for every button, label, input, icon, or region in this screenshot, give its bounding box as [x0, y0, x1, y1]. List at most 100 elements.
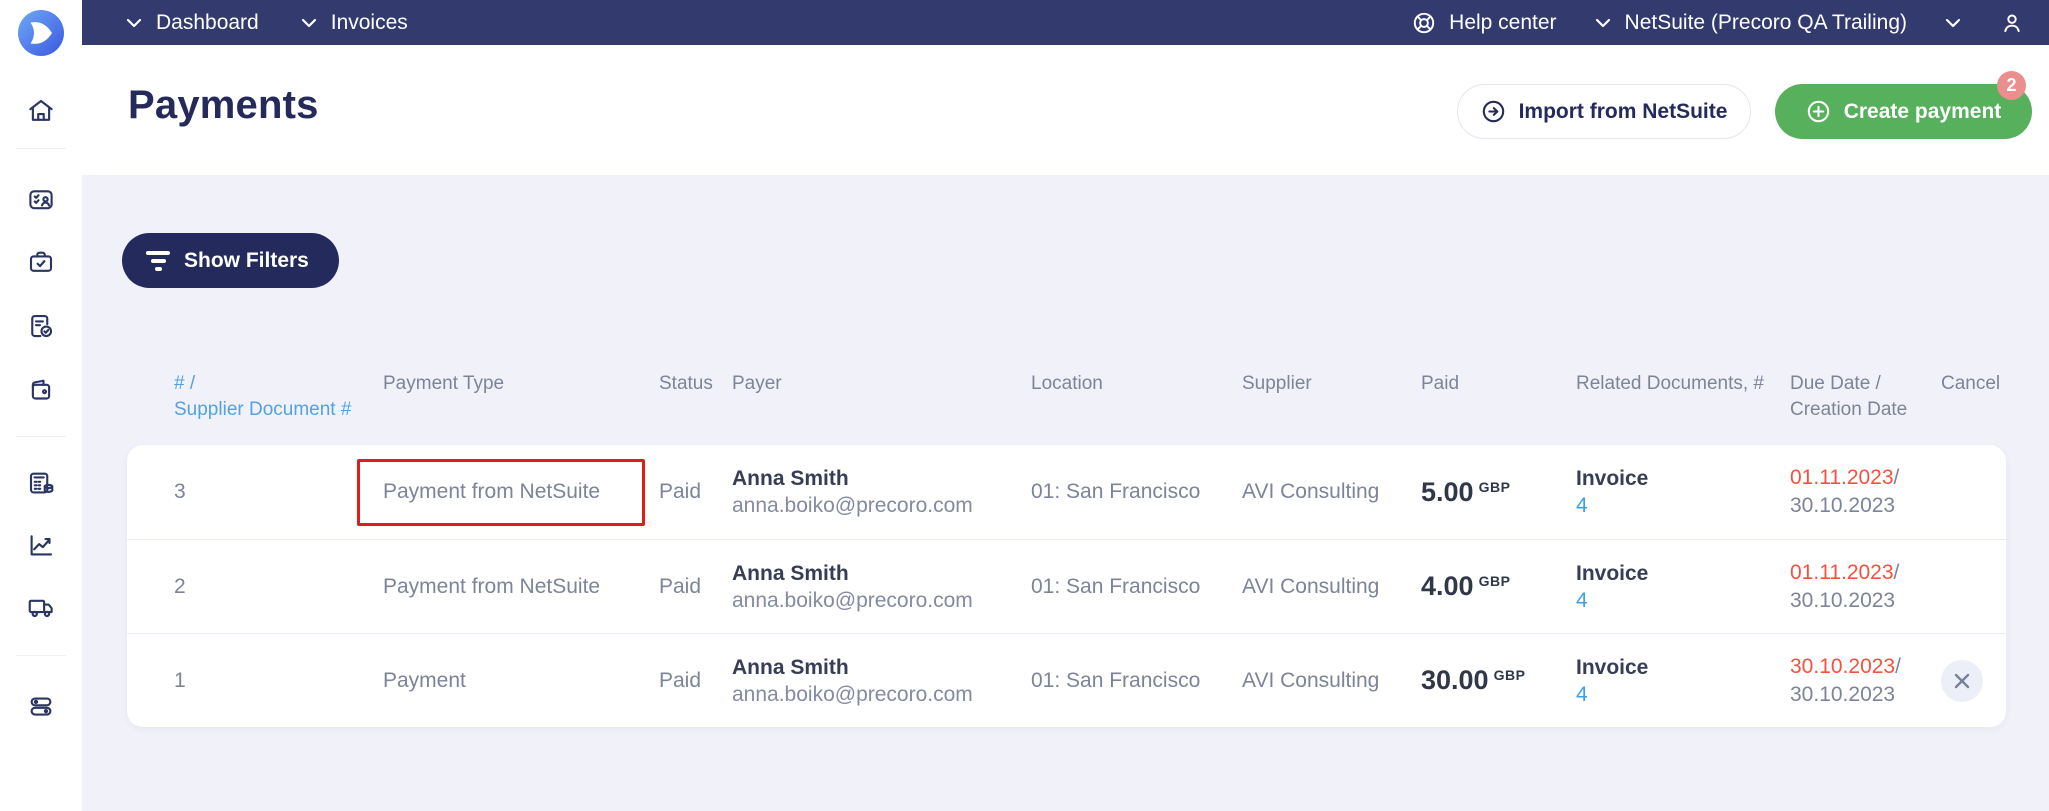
user-icon[interactable]	[1999, 10, 2025, 36]
sidebar-item-approvals[interactable]	[17, 176, 65, 224]
show-filters-button[interactable]: Show Filters	[122, 233, 339, 288]
dates-cell: 01.11.2023/ 30.10.2023	[1790, 559, 1941, 615]
breadcrumb-invoices[interactable]: Invoices	[301, 11, 408, 35]
sidebar-item-payments[interactable]	[17, 366, 65, 414]
row-number-link[interactable]: 2	[174, 575, 383, 599]
import-arrow-icon	[1482, 100, 1504, 123]
precoro-logo[interactable]	[18, 10, 64, 56]
column-header-payer: Payer	[732, 373, 782, 394]
paid-cell: 4.00 GBP	[1421, 571, 1576, 602]
related-doc-type: Invoice	[1576, 655, 1649, 679]
create-payment-button[interactable]: Create payment 2	[1775, 71, 2032, 139]
create-payment-badge: 2	[1997, 71, 2026, 100]
paid-currency: GBP	[1493, 667, 1526, 683]
paid-amount: 4.00	[1421, 571, 1474, 601]
table-row: 2 Payment from NetSuite Paid Anna Smith …	[127, 539, 2006, 633]
creation-date: 30.10.2023	[1790, 494, 1896, 517]
import-from-netsuite-button[interactable]: Import from NetSuite	[1457, 84, 1751, 139]
payer-name: Anna Smith	[732, 561, 849, 585]
location-cell: 01: San Francisco	[1031, 574, 1201, 598]
table-row: 3 Payment from NetSuite Paid Anna Smith …	[127, 445, 2006, 539]
paid-cell: 30.00 GBP	[1421, 665, 1576, 696]
column-header-cancel: Cancel	[1941, 373, 2001, 394]
creation-date: 30.10.2023	[1790, 588, 1896, 612]
truck-icon	[28, 599, 53, 618]
breadcrumb-label: Invoices	[330, 10, 408, 34]
related-doc-type: Invoice	[1576, 561, 1649, 585]
sidebar-item-budgets[interactable]	[17, 459, 65, 507]
approvals-icon	[29, 190, 53, 210]
chevron-down-icon	[301, 18, 316, 27]
reports-chart-icon	[30, 535, 53, 556]
plus-icon	[1807, 100, 1829, 123]
filter-icon	[146, 250, 170, 271]
location-cell: 01: San Francisco	[1031, 668, 1201, 692]
due-date: 01.11.2023	[1790, 560, 1894, 584]
table-header-row: # / Supplier Document # Payment Type Sta…	[127, 371, 2006, 423]
dates-cell: 30.10.2023/ 30.10.2023	[1790, 653, 1941, 709]
payment-type-cell: Payment from NetSuite	[383, 574, 601, 598]
creation-date: 30.10.2023	[1790, 682, 1896, 706]
related-doc-number-link[interactable]: 4	[1576, 492, 1778, 519]
home-icon	[29, 99, 53, 121]
supplier-cell: AVI Consulting	[1242, 574, 1380, 598]
related-doc-number-link[interactable]: 4	[1576, 681, 1778, 708]
row-number-link[interactable]: 1	[174, 669, 383, 693]
payments-table: 3 Payment from NetSuite Paid Anna Smith …	[127, 445, 2006, 727]
payment-type-cell: Payment from NetSuite	[383, 480, 601, 503]
topbar: Dashboard Invoices Help center NetSuite …	[82, 0, 2049, 45]
due-date: 30.10.2023	[1790, 654, 1896, 678]
cancel-payment-button[interactable]	[1941, 659, 1983, 702]
lifebuoy-icon	[1413, 12, 1435, 33]
row-number-link[interactable]: 3	[174, 480, 383, 504]
related-documents-cell: Invoice 4	[1576, 560, 1790, 614]
column-header-paid: Paid	[1421, 373, 1460, 394]
location-cell: 01: San Francisco	[1031, 480, 1201, 503]
payer-email: anna.boiko@precoro.com	[732, 494, 973, 517]
payer-name: Anna Smith	[732, 655, 849, 679]
column-header-payment-type: Payment Type	[383, 373, 505, 394]
column-header-due-date: Due Date / Creation Date	[1790, 373, 1908, 420]
chevron-down-icon	[1595, 18, 1610, 27]
paid-amount: 5.00	[1421, 476, 1474, 507]
chevron-down-icon[interactable]	[1945, 18, 1961, 28]
breadcrumb-dashboard[interactable]: Dashboard	[126, 11, 259, 35]
table-row: 1 Payment Paid Anna Smith anna.boiko@pre…	[127, 633, 2006, 727]
paid-amount: 30.00	[1421, 665, 1489, 695]
help-center-label: Help center	[1449, 10, 1557, 34]
paid-cell: 5.00 GBP	[1421, 477, 1576, 508]
related-doc-number-link[interactable]: 4	[1576, 587, 1778, 614]
workspace-selector[interactable]: NetSuite (Precoro QA Trailing)	[1595, 11, 1907, 35]
status-cell: Paid	[659, 480, 702, 503]
column-header-location: Location	[1031, 373, 1103, 394]
sidebar-item-shipping[interactable]	[17, 583, 65, 631]
column-header-number[interactable]: # / Supplier Document #	[174, 371, 383, 423]
sidebar-item-settings[interactable]	[17, 682, 65, 730]
supplier-cell: AVI Consulting	[1242, 480, 1380, 503]
related-documents-cell: Invoice 4	[1576, 465, 1790, 519]
help-center-button[interactable]: Help center	[1411, 10, 1557, 36]
related-documents-cell: Invoice 4	[1576, 654, 1790, 708]
related-doc-type: Invoice	[1576, 467, 1649, 490]
sidebar-item-purchases[interactable]	[17, 238, 65, 286]
payment-type-cell: Payment	[383, 668, 466, 692]
paid-currency: GBP	[1478, 478, 1511, 495]
chevron-down-icon	[126, 18, 142, 27]
settings-toggles-icon	[30, 697, 52, 716]
sidebar-item-documents[interactable]	[17, 302, 65, 350]
close-icon	[1954, 673, 1970, 688]
supplier-cell: AVI Consulting	[1242, 668, 1380, 692]
show-filters-label: Show Filters	[184, 248, 309, 272]
create-button-label: Create payment	[1843, 99, 2002, 123]
document-check-icon	[31, 314, 53, 338]
dates-cell: 01.11.2023/ 30.10.2023	[1790, 464, 1941, 520]
payer-email: anna.boiko@precoro.com	[732, 682, 973, 706]
sidebar-item-reports[interactable]	[17, 521, 65, 569]
sidebar-item-home[interactable]	[17, 87, 65, 135]
due-date: 01.11.2023	[1790, 466, 1894, 489]
column-header-status: Status	[659, 373, 713, 394]
status-cell: Paid	[659, 668, 702, 692]
status-cell: Paid	[659, 574, 702, 598]
payer-cell: Anna Smith anna.boiko@precoro.com	[732, 465, 1031, 519]
budget-calculator-icon	[29, 472, 54, 494]
